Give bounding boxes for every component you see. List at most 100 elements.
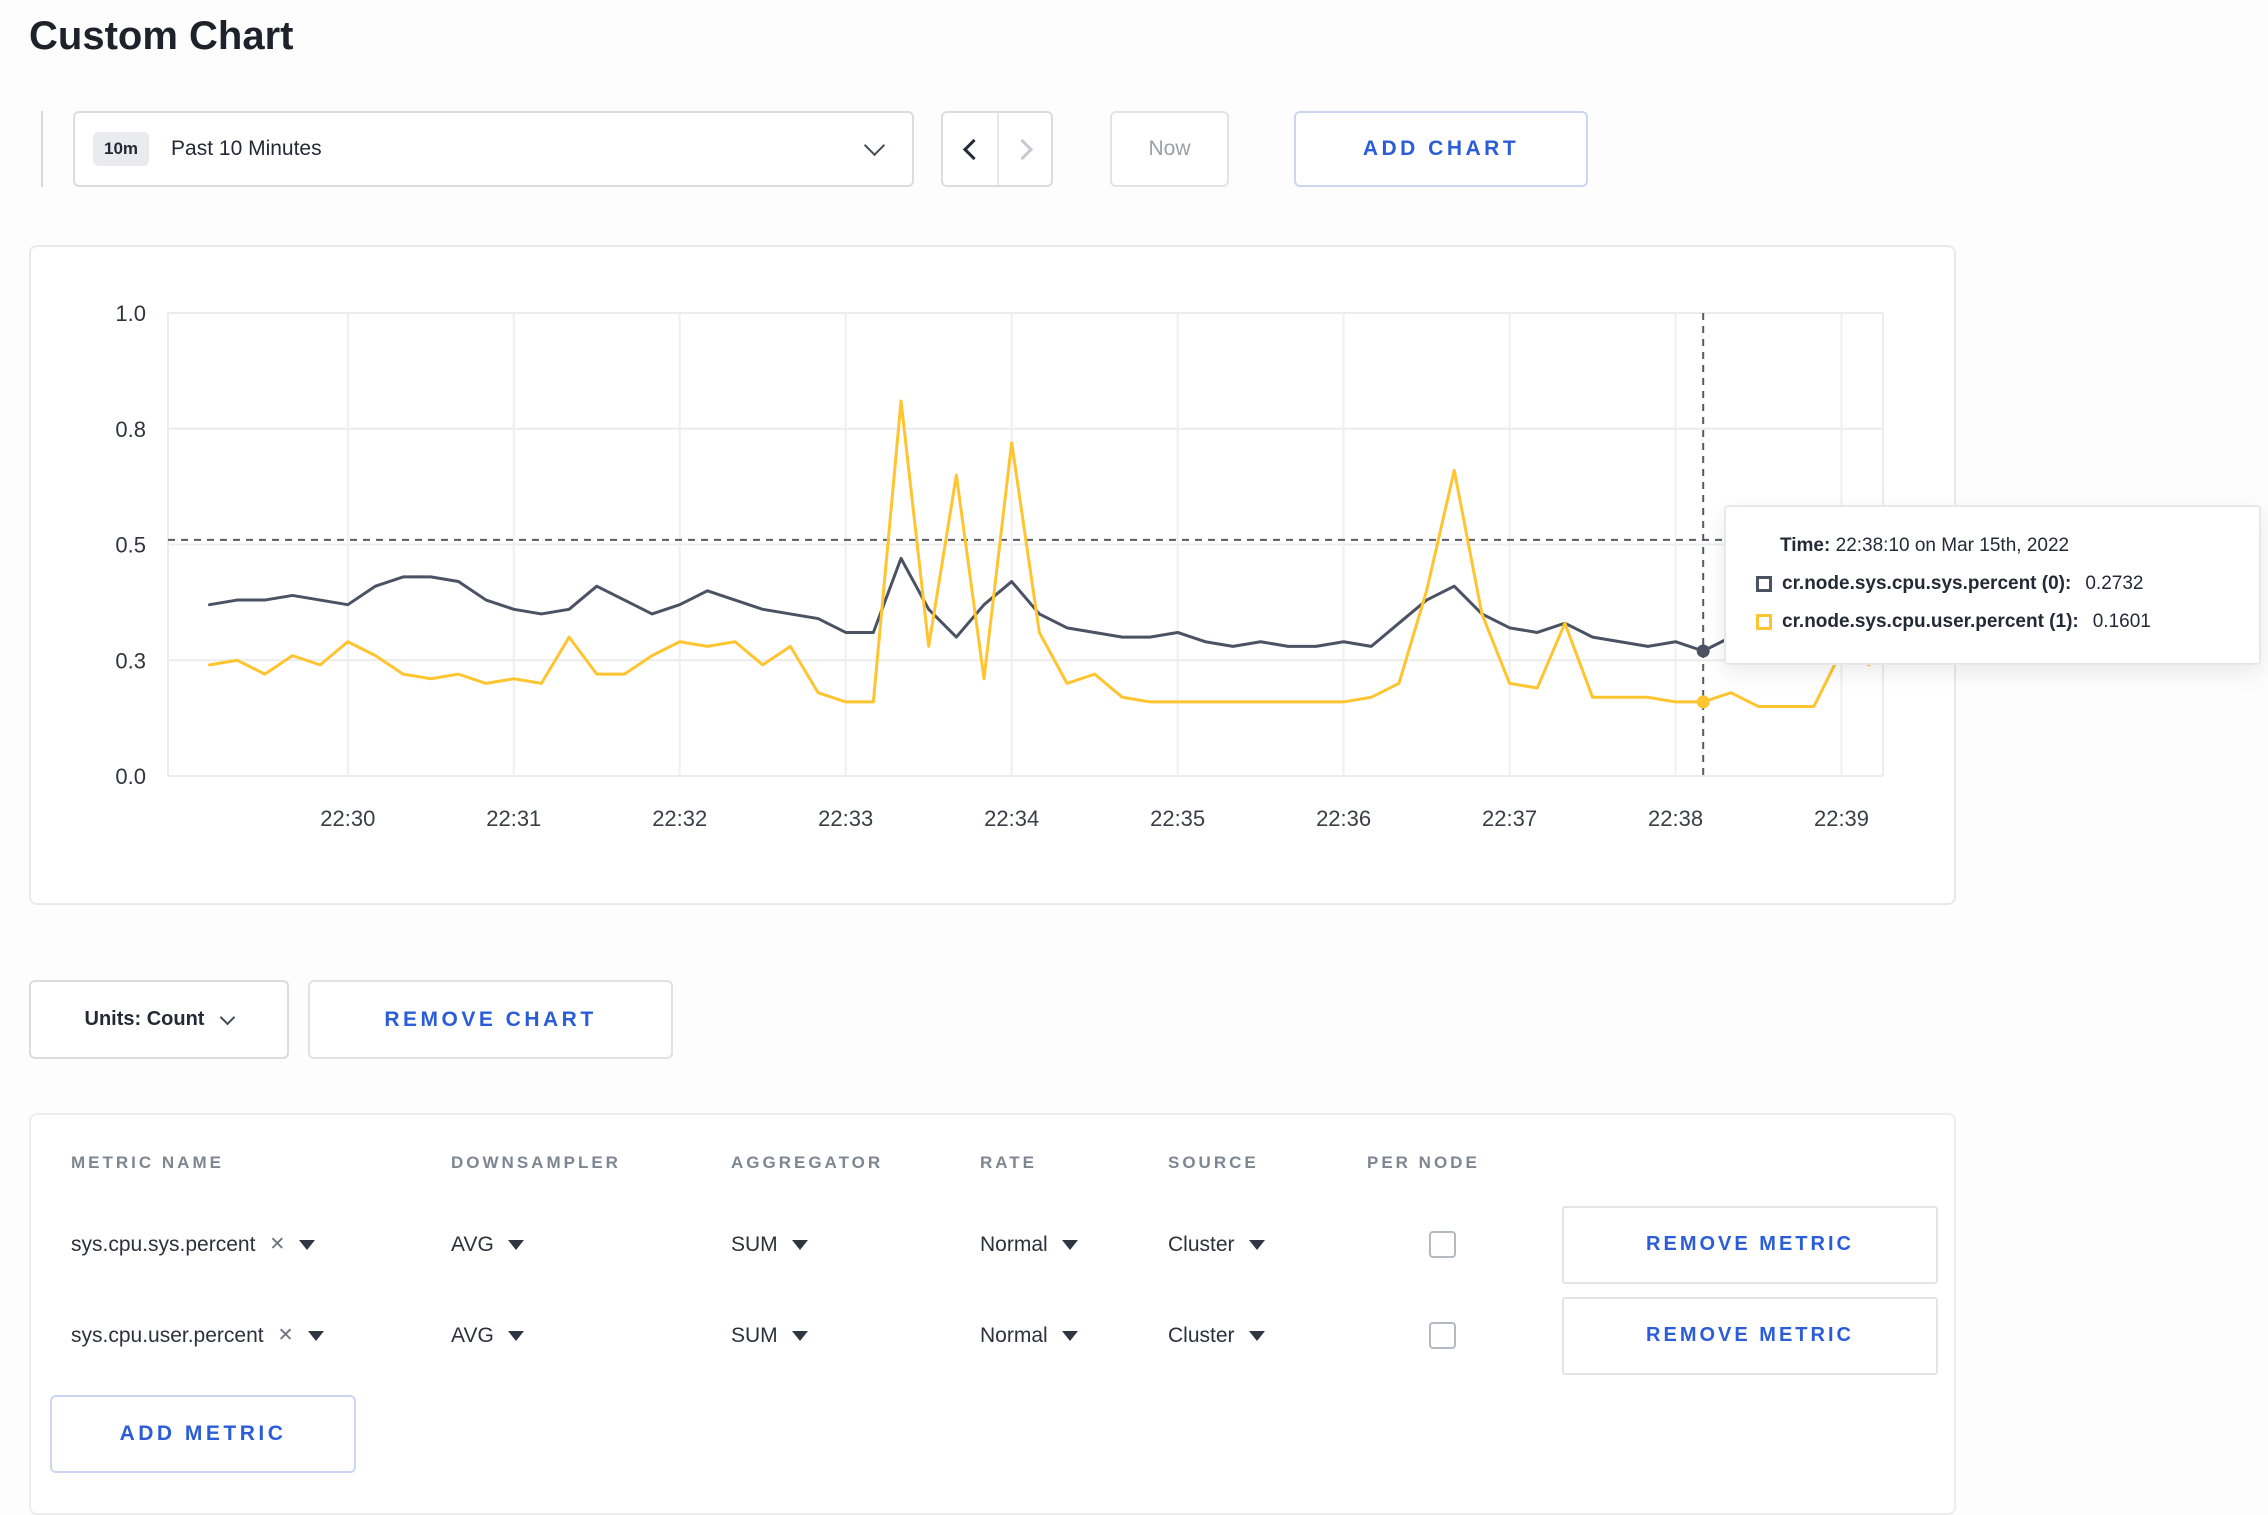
remove-metric-button[interactable]: REMOVE METRIC [1562,1205,1938,1284]
chart-actions: Units: Count REMOVE CHART [29,980,2239,1059]
tooltip-series-label: cr.node.sys.cpu.user.percent (1): [1782,611,2079,632]
per-node-checkbox[interactable] [1429,1322,1456,1349]
svg-text:1.0: 1.0 [115,301,146,326]
rate-select[interactable]: Normal [980,1233,1168,1257]
svg-text:22:30: 22:30 [320,806,375,831]
x-icon[interactable]: ✕ [278,1324,294,1347]
metrics-table: METRIC NAME DOWNSAMPLER AGGREGATOR RATE … [29,1113,1956,1515]
tooltip-series-row: cr.node.sys.cpu.sys.percent (0): 0.2732 [1756,573,2229,595]
series-user-swatch-icon [1756,614,1772,630]
svg-text:22:32: 22:32 [652,806,707,831]
svg-text:0.3: 0.3 [115,648,146,673]
column-header: SOURCE [1168,1153,1259,1172]
time-forward-button[interactable] [997,113,1051,185]
metric-name-select[interactable]: sys.cpu.user.percent ✕ [71,1324,451,1348]
time-nav-group [941,111,1053,187]
per-node-cell [1367,1322,1562,1349]
time-back-button[interactable] [943,113,997,185]
column-header: AGGREGATOR [731,1153,884,1172]
per-node-cell [1367,1231,1562,1258]
downsampler-value: AVG [451,1232,494,1256]
caret-down-icon [791,1330,808,1341]
chevron-left-icon [962,138,984,160]
column-header: PER NODE [1367,1153,1480,1172]
metric-name-select[interactable]: sys.cpu.sys.percent ✕ [71,1233,451,1257]
custom-chart-page: Custom Chart 10m Past 10 Minutes Now ADD… [0,0,2268,1515]
add-metric-button[interactable]: ADD METRIC [50,1395,356,1473]
source-value: Cluster [1168,1323,1235,1347]
rate-value: Normal [980,1232,1048,1256]
downsampler-select[interactable]: AVG [451,1324,731,1348]
column-header: RATE [980,1153,1038,1172]
caret-down-icon [299,1239,316,1250]
metric-name-value: sys.cpu.user.percent [71,1323,264,1347]
time-range-label: Past 10 Minutes [171,137,322,160]
chevron-down-icon [863,134,886,157]
tooltip-time-row: Time: 22:38:10 on Mar 15th, 2022 [1756,535,2229,557]
remove-metric-button[interactable]: REMOVE METRIC [1562,1296,1938,1375]
remove-chart-button[interactable]: REMOVE CHART [308,980,673,1059]
series-sys-swatch-icon [1756,576,1772,592]
time-range-badge: 10m [93,132,150,166]
rate-value: Normal [980,1323,1048,1347]
chart-card: 0.0 0.3 0.5 0.8 1.0 22:30 22:31 22:32 22:33 22:34… [29,245,2261,905]
chevron-down-icon [220,1009,236,1026]
svg-text:0.5: 0.5 [115,533,146,558]
downsampler-select[interactable]: AVG [451,1233,731,1257]
svg-text:22:36: 22:36 [1316,806,1371,831]
chart-tooltip: Time: 22:38:10 on Mar 15th, 2022 cr.node… [1724,505,2261,665]
remove-metric-cell: REMOVE METRIC [1562,1296,1954,1375]
toolbar: 10m Past 10 Minutes Now ADD CHART [29,111,2239,187]
tooltip-time-label: Time: [1780,535,1831,556]
metrics-table-header: METRIC NAME DOWNSAMPLER AGGREGATOR RATE … [50,1115,1954,1199]
svg-text:0.8: 0.8 [115,417,146,442]
svg-text:22:38: 22:38 [1648,806,1703,831]
metric-name-value: sys.cpu.sys.percent [71,1232,256,1256]
svg-text:22:37: 22:37 [1482,806,1537,831]
source-value: Cluster [1168,1232,1235,1256]
svg-text:22:33: 22:33 [818,806,873,831]
time-range-select[interactable]: 10m Past 10 Minutes [73,111,914,187]
aggregator-select[interactable]: SUM [731,1324,980,1348]
svg-text:22:35: 22:35 [1150,806,1205,831]
tooltip-series-value: 0.2732 [2085,573,2144,594]
remove-metric-cell: REMOVE METRIC [1562,1205,1954,1284]
caret-down-icon [791,1239,808,1250]
caret-down-icon [507,1239,524,1250]
page-title: Custom Chart [29,14,294,58]
aggregator-value: SUM [731,1323,778,1347]
source-select[interactable]: Cluster [1168,1324,1367,1348]
now-button[interactable]: Now [1110,111,1229,187]
caret-down-icon [1061,1330,1078,1341]
tooltip-series-row: cr.node.sys.cpu.user.percent (1): 0.1601 [1756,611,2229,633]
svg-text:22:39: 22:39 [1814,806,1869,831]
caret-down-icon [507,1330,524,1341]
svg-text:0.0: 0.0 [115,764,146,789]
source-select[interactable]: Cluster [1168,1233,1367,1257]
toolbar-divider [41,111,43,187]
tooltip-series-value: 0.1601 [2092,611,2151,632]
units-select[interactable]: Units: Count [29,980,289,1059]
chevron-right-icon [1011,138,1033,160]
metric-row: sys.cpu.sys.percent ✕ AVG SUM Normal Clu… [50,1199,1954,1290]
downsampler-value: AVG [451,1323,494,1347]
per-node-checkbox[interactable] [1429,1231,1456,1258]
column-header: DOWNSAMPLER [451,1153,621,1172]
units-label: Units: Count [84,1008,205,1030]
rate-select[interactable]: Normal [980,1324,1168,1348]
metric-row: sys.cpu.user.percent ✕ AVG SUM Normal Cl… [50,1290,1954,1381]
add-chart-button[interactable]: ADD CHART [1294,111,1588,187]
caret-down-icon [307,1330,324,1341]
svg-text:22:31: 22:31 [486,806,541,831]
caret-down-icon [1248,1239,1265,1250]
aggregator-value: SUM [731,1232,778,1256]
x-icon[interactable]: ✕ [269,1233,285,1256]
caret-down-icon [1248,1330,1265,1341]
column-header: METRIC NAME [71,1153,224,1172]
tooltip-series-label: cr.node.sys.cpu.sys.percent (0): [1782,573,2072,594]
caret-down-icon [1061,1239,1078,1250]
metrics-line-chart[interactable]: 0.0 0.3 0.5 0.8 1.0 22:30 22:31 22:32 22:33 22:34… [31,247,1954,903]
tooltip-time-value: 22:38:10 on Mar 15th, 2022 [1835,535,2070,556]
svg-text:22:34: 22:34 [984,806,1039,831]
aggregator-select[interactable]: SUM [731,1233,980,1257]
